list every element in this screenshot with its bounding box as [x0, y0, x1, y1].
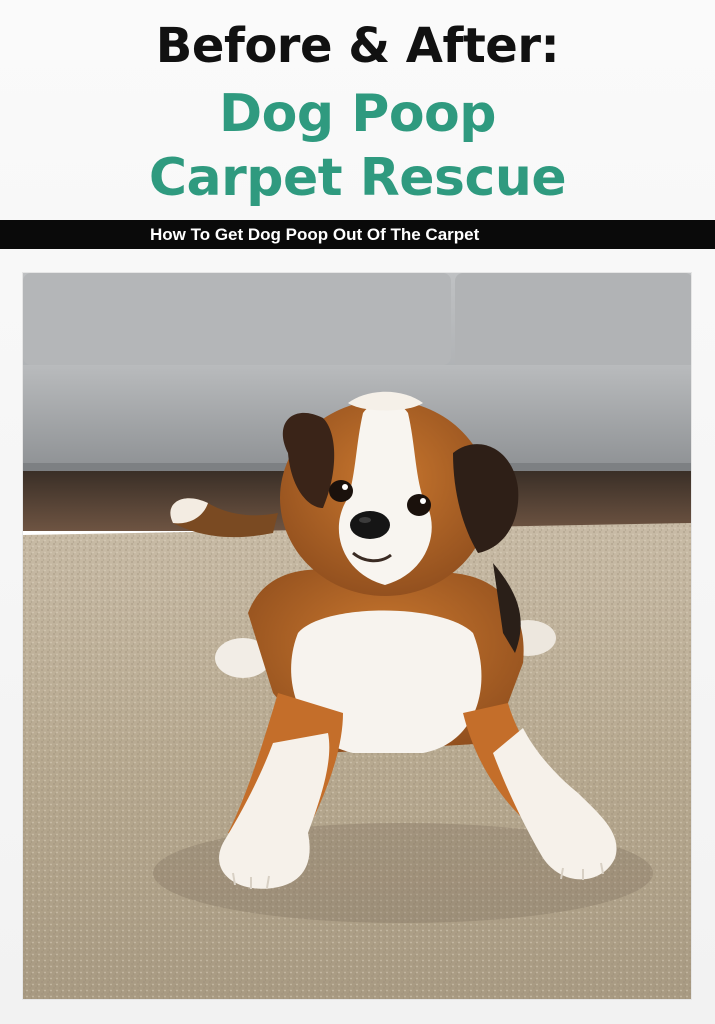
subtitle-text: How To Get Dog Poop Out Of The Carpet — [150, 225, 480, 244]
title-line-3: Carpet Rescue — [148, 148, 567, 208]
title-line-1: Before & After: — [155, 18, 560, 74]
title-line-2: Dog Poop — [219, 84, 497, 144]
dog-illustration — [23, 273, 691, 999]
dog-on-carpet-photo — [22, 272, 692, 1000]
subtitle-banner: How To Get Dog Poop Out Of The Carpet — [0, 220, 715, 249]
poster: Before & After: Dog Poop Carpet Rescue H… — [0, 0, 715, 1024]
